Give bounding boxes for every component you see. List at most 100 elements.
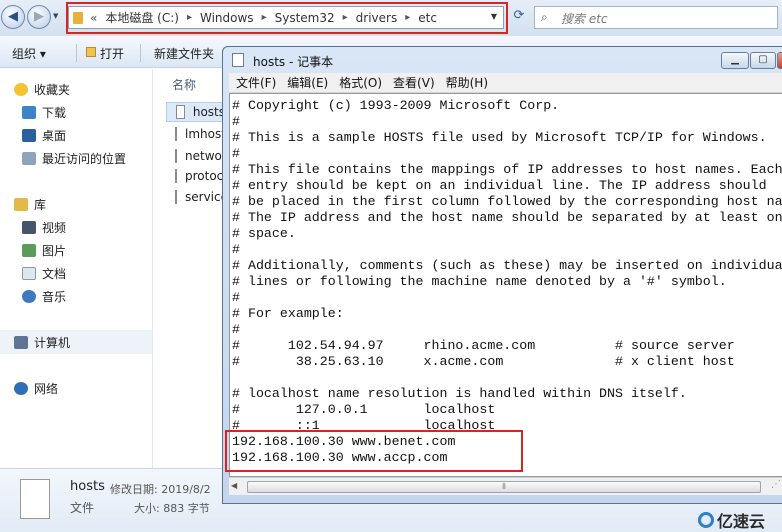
- hosts-entries-highlight-box: [225, 430, 523, 472]
- scrollbar-thumb[interactable]: ⦀: [247, 481, 761, 493]
- nav-label: 音乐: [42, 289, 67, 304]
- close-button[interactable]: ✕: [777, 52, 782, 69]
- nav-libraries[interactable]: 库: [14, 195, 46, 213]
- editor-line: #: [232, 146, 240, 161]
- open-icon: [86, 47, 96, 57]
- recent-pages-icon[interactable]: ▼: [53, 12, 58, 20]
- nav-pictures[interactable]: 图片: [22, 241, 66, 259]
- editor-line: # 38.25.63.10 x.acme.com # x client host: [232, 354, 735, 369]
- watermark: 亿速云: [698, 508, 765, 532]
- menu-bar: 文件(F) 编辑(E) 格式(O) 查看(V) 帮助(H): [229, 73, 782, 93]
- toolbar-divider: [140, 44, 141, 62]
- menu-edit[interactable]: 编辑(E): [287, 74, 328, 91]
- forward-button[interactable]: ▶: [27, 5, 51, 29]
- toolbar-divider: [76, 44, 77, 62]
- back-button[interactable]: ◀: [1, 5, 25, 29]
- menu-format[interactable]: 格式(O): [339, 74, 382, 91]
- address-bar-area: ◀ ▶ ▼ « 本地磁盘 (C:) ▸ Windows ▸ System32 ▸…: [0, 0, 782, 36]
- resize-grip-icon[interactable]: ⋰: [771, 479, 781, 490]
- nav-label: 下载: [42, 105, 67, 120]
- text-editor[interactable]: # Copyright (c) 1993-2009 Microsoft Corp…: [229, 93, 782, 477]
- video-icon: [22, 220, 36, 234]
- menu-view[interactable]: 查看(V): [393, 74, 435, 91]
- nav-label: 文档: [42, 266, 67, 281]
- library-icon: [14, 197, 28, 211]
- watermark-logo-icon: [698, 512, 714, 528]
- editor-line: #: [232, 322, 240, 337]
- watermark-text: 亿速云: [717, 512, 766, 531]
- nav-label: 最近访问的位置: [42, 151, 127, 166]
- nav-documents[interactable]: 文档: [22, 264, 66, 282]
- nav-label: 图片: [42, 243, 67, 258]
- details-size: 大小: 883 字节: [134, 502, 210, 515]
- nav-videos[interactable]: 视频: [22, 218, 66, 236]
- nav-recent-places[interactable]: 最近访问的位置: [22, 149, 126, 167]
- pictures-icon: [22, 243, 36, 257]
- new-folder-button[interactable]: 新建文件夹: [154, 45, 214, 62]
- editor-line: #: [232, 242, 240, 257]
- file-row[interactable]: services: [166, 187, 234, 207]
- editor-line: #: [232, 290, 240, 305]
- open-button[interactable]: 打开: [100, 45, 124, 62]
- nav-desktop[interactable]: 桌面: [22, 126, 66, 144]
- music-icon: [22, 289, 36, 303]
- file-row[interactable]: networks: [166, 146, 240, 166]
- pane-divider[interactable]: [152, 69, 153, 469]
- scroll-left-icon[interactable]: ◀: [231, 481, 237, 490]
- search-icon: ⌕: [541, 10, 548, 24]
- editor-lines: # Copyright (c) 1993-2009 Microsoft Corp…: [230, 94, 782, 466]
- search-placeholder: 搜索 etc: [561, 12, 608, 26]
- editor-line: #: [232, 114, 240, 129]
- menu-file[interactable]: 文件(F): [236, 74, 276, 91]
- nav-label: 桌面: [42, 128, 67, 143]
- notepad-icon: [232, 53, 244, 67]
- editor-line: # This file contains the mappings of IP …: [232, 162, 782, 177]
- nav-label: 收藏夹: [34, 82, 71, 97]
- file-row[interactable]: hosts: [166, 102, 226, 122]
- editor-line: # be placed in the first column followed…: [232, 194, 782, 209]
- nav-music[interactable]: 音乐: [22, 287, 66, 305]
- nav-downloads[interactable]: 下载: [22, 103, 66, 121]
- file-icon: [175, 190, 177, 204]
- nav-label: 库: [34, 197, 47, 212]
- download-icon: [22, 105, 36, 119]
- documents-icon: [22, 266, 36, 280]
- file-row[interactable]: protocol: [166, 166, 234, 186]
- nav-label: 计算机: [34, 335, 71, 350]
- organize-button[interactable]: 组织 ▾: [12, 45, 46, 62]
- maximize-button[interactable]: ▢: [750, 52, 776, 69]
- editor-line: # 102.54.94.97 rhino.acme.com # source s…: [232, 338, 735, 353]
- editor-line: # Additionally, comments (such as these)…: [232, 258, 782, 273]
- editor-line: # entry should be kept on an individual …: [232, 178, 767, 193]
- nav-computer[interactable]: 计算机: [14, 333, 70, 351]
- column-header-name[interactable]: 名称: [172, 76, 196, 93]
- editor-line: # The IP address and the host name shoul…: [232, 210, 782, 225]
- navigation-pane: 收藏夹 下载 桌面 最近访问的位置 库 视频 图片 文档 音乐 计算机 网络: [0, 69, 152, 469]
- desktop-icon: [22, 128, 36, 142]
- editor-line: # For example:: [232, 306, 344, 321]
- editor-line: # space.: [232, 226, 296, 241]
- nav-favorites[interactable]: 收藏夹: [14, 80, 70, 98]
- details-file-type: 文件: [70, 501, 95, 515]
- file-icon: [176, 105, 185, 119]
- address-highlight-box: [66, 2, 508, 34]
- search-input[interactable]: ⌕ 搜索 etc: [534, 6, 778, 29]
- editor-line: # Copyright (c) 1993-2009 Microsoft Corp…: [232, 98, 560, 113]
- editor-line: # 127.0.0.1 localhost: [232, 402, 496, 417]
- horizontal-scrollbar[interactable]: ◀ ⦀: [229, 477, 782, 495]
- window-title: hosts - 记事本: [253, 55, 334, 69]
- file-icon: [175, 127, 177, 141]
- editor-line: # localhost name resolution is handled w…: [232, 386, 687, 401]
- file-row[interactable]: lmhosts.sam: [166, 124, 261, 144]
- file-icon: [175, 169, 177, 183]
- recent-places-icon: [22, 151, 36, 165]
- star-icon: [14, 82, 28, 96]
- minimize-button[interactable]: ▁: [721, 52, 749, 69]
- editor-line: # This is a sample HOSTS file used by Mi…: [232, 130, 767, 145]
- nav-label: 视频: [42, 220, 67, 235]
- file-large-icon: [20, 479, 50, 519]
- refresh-icon[interactable]: ⟳: [510, 8, 528, 28]
- nav-network[interactable]: 网络: [14, 379, 58, 397]
- menu-help[interactable]: 帮助(H): [446, 74, 488, 91]
